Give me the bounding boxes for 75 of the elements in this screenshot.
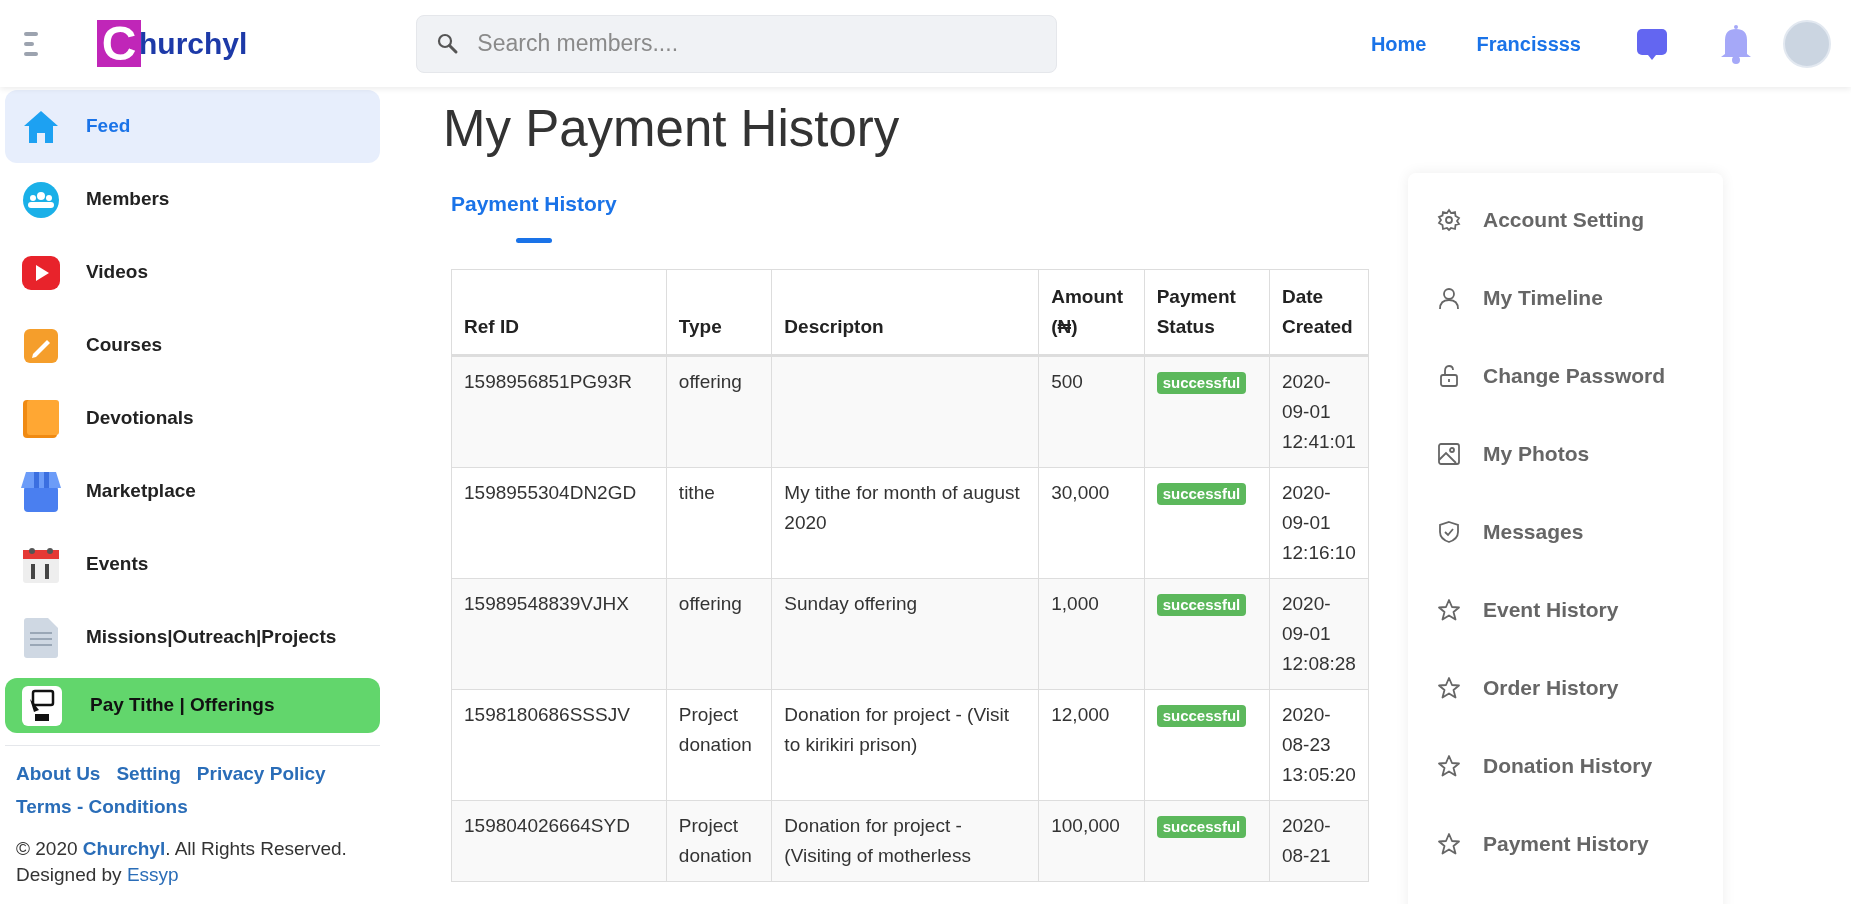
status-badge: successful [1156,593,1247,616]
designed-by-text: Designed by Essyp [15,862,180,887]
account-menu-item[interactable]: Account Setting [1408,181,1723,259]
table-cell-text: 1598955304DN2GD [464,481,637,503]
table-cell-text: 2020-08-23 13:05:20 [1281,703,1356,785]
table-cell-text: Project donation [678,703,752,755]
star-icon [1437,598,1461,622]
nav-link[interactable]: Home [1370,28,1427,59]
book-icon [23,399,59,438]
play-icon [22,255,60,290]
table-cell-text: offering [678,592,742,614]
table-cell-text: 2020-09-01 12:08:28 [1281,592,1356,674]
table-cell-text: 159804026664SYD [464,814,630,836]
lock-icon [1437,364,1461,388]
table-cell-text: Project donation [678,814,752,866]
status-badge: successful [1156,815,1247,838]
tab[interactable]: Payment History [451,188,617,243]
table-cell-text: 1,000 [1051,592,1099,614]
table-cell-text: 30,000 [1051,481,1110,503]
account-menu-item[interactable]: My Photos [1408,415,1723,493]
account-menu-item[interactable]: My Timeline [1408,259,1723,337]
table-cell-text: 2020-09-01 12:41:01 [1281,370,1356,452]
page-title: My Payment History [443,99,901,159]
pay-card-icon [22,685,62,726]
calendar-icon [23,546,59,583]
store-icon [21,471,61,512]
table-cell-text: tithe [678,481,715,503]
nav-link[interactable]: Francissss [1476,28,1581,59]
logo[interactable]: Churchyl [97,20,248,67]
table-cell-text: offering [678,370,742,392]
table-cell-text: 1598180686SSSJV [464,703,630,725]
avatar[interactable] [1783,19,1831,68]
shield-icon [1437,520,1461,544]
chat-icon[interactable] [1637,26,1667,61]
table-cell-text: 100,000 [1051,814,1120,836]
settings-icon [1437,208,1461,232]
table-cell-text: 15989548839VJHX [464,592,629,614]
designer-link[interactable]: Essyp [126,863,179,885]
star-icon [1437,754,1461,778]
status-badge: successful [1156,482,1247,505]
account-menu-item[interactable]: Event History [1408,571,1723,649]
people-icon [22,180,60,219]
footer-link[interactable]: Setting [116,760,181,789]
table-cell-text: Sunday offering [784,592,918,614]
table-cell-text: Donation for project - (Visiting of motherless [784,814,971,866]
image-icon [1437,442,1461,466]
table-cell-text: 12,000 [1051,703,1110,725]
bell-icon[interactable] [1719,23,1753,64]
footer-link[interactable]: Privacy Policy [196,760,326,789]
footer-link[interactable]: Terms - Conditions [16,792,188,821]
status-badge: successful [1156,704,1247,727]
menu-icon[interactable] [24,30,40,57]
brand-link[interactable]: Churchyl [82,838,166,859]
account-menu-item[interactable]: Payment History [1408,805,1723,883]
table-cell-text: 2020-08-21 [1281,814,1331,866]
star-icon [1437,832,1461,856]
pencil-icon [24,328,58,363]
footer-link[interactable]: About Us [16,760,101,789]
table-cell-text: 500 [1051,370,1083,392]
status-badge: successful [1156,371,1247,394]
document-icon [24,617,58,658]
copyright-text: © 2020 Churchyl. All Rights Reserved. [15,837,348,861]
account-menu-item[interactable]: Change Password [1408,337,1723,415]
account-menu-item[interactable]: Donation History [1408,727,1723,805]
search-field[interactable]: Search members.... [416,14,1058,73]
account-menu-item[interactable]: Order History [1408,649,1723,727]
table-cell-text: My tithe for month of august 2020 [784,481,1020,533]
sidebar-item[interactable]: Pay Tithe | Offerings [5,678,380,733]
account-menu-item[interactable]: Messages [1408,493,1723,571]
person-icon [1437,286,1461,310]
table-cell-text: 1598956851PG93R [464,370,632,392]
sidebar-item[interactable]: Feed [5,90,380,163]
table-cell-text: 2020-09-01 12:16:10 [1281,481,1356,563]
star-icon [1437,676,1461,700]
table-cell-text: Donation for project - (Visit to kirikiri prison) [784,703,1009,755]
